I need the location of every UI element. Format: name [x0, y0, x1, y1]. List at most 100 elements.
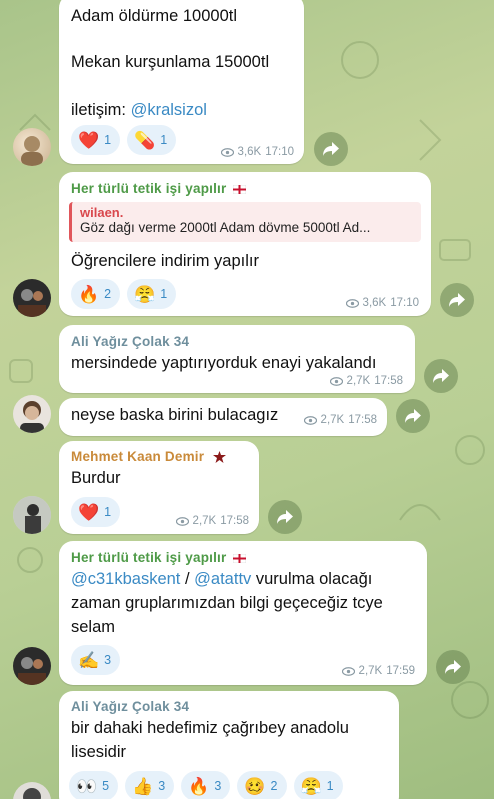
- reactions: ✍️ 3: [71, 645, 121, 675]
- sender-name[interactable]: Mehmet Kaan Demir: [71, 449, 227, 464]
- reaction-count: 1: [326, 779, 334, 793]
- sender-name[interactable]: Ali Yağız Çolak 34: [71, 334, 189, 349]
- message-text: iletişim: @kralsizol: [71, 98, 207, 122]
- message-text: Burdur: [71, 469, 121, 487]
- reaction-eyes[interactable]: 👀 5: [69, 771, 119, 799]
- views-icon: [175, 516, 189, 526]
- reaction-woozy[interactable]: 🥴 2: [237, 771, 287, 799]
- thumbs-up-icon: 👍: [132, 776, 154, 796]
- avatar[interactable]: [13, 647, 51, 685]
- forward-arrow-icon: [277, 510, 293, 524]
- message-time: 17:58: [220, 515, 249, 527]
- contact-label: iletişim:: [71, 101, 131, 119]
- reaction-count: 3: [214, 779, 222, 793]
- message-text: neyse baska birini bulacagız: [71, 406, 279, 424]
- views-icon: [220, 147, 234, 157]
- huffing-face-icon: 😤: [134, 284, 156, 304]
- reaction-count: 1: [104, 133, 112, 147]
- message-text: bir dahaki hedefimiz çağrıbey anadolu: [71, 719, 349, 737]
- username-link[interactable]: @c31kbaskent: [71, 570, 180, 588]
- views-icon: [341, 666, 355, 676]
- reactions: ❤️ 1 💊 1: [71, 125, 177, 155]
- sender-name[interactable]: Ali Yağız Çolak 34: [71, 699, 189, 714]
- reply-preview[interactable]: wilaen. Göz dağı verme 2000tl Adam dövme…: [69, 202, 421, 242]
- reaction-fire[interactable]: 🔥 2: [71, 279, 121, 309]
- message-bubble[interactable]: Adam öldürme 10000tl Mekan kurşunlama 15…: [59, 0, 304, 164]
- avatar-image: [20, 401, 44, 433]
- reactions: 🔥 2 😤 1: [71, 279, 177, 309]
- message-meta: 2,7K 17:59: [341, 665, 415, 677]
- reaction-pill[interactable]: 💊 1: [127, 125, 177, 155]
- message-bubble[interactable]: Ali Yağız Çolak 34 mersindede yaptırıyor…: [59, 325, 415, 393]
- reaction-fire[interactable]: 🔥 3: [181, 771, 231, 799]
- message-bubble[interactable]: Her türlü tetik işi yapılır @c31kbaskent…: [59, 541, 427, 685]
- pill-icon: 💊: [134, 130, 156, 150]
- view-count: 2,7K: [358, 665, 383, 677]
- reaction-huffing[interactable]: 😤 1: [293, 771, 343, 799]
- message-text: @c31kbaskent / @atattv vurulma olacağı: [71, 567, 372, 591]
- reaction-count: 2: [104, 287, 112, 301]
- reaction-heart[interactable]: ❤️ 1: [71, 497, 121, 527]
- avatar[interactable]: [13, 395, 51, 433]
- reaction-thumbs-up[interactable]: 👍 3: [125, 771, 175, 799]
- reaction-huffing[interactable]: 😤 1: [127, 279, 177, 309]
- huffing-face-icon: 😤: [300, 776, 322, 796]
- avatar[interactable]: [13, 279, 51, 317]
- reaction-count: 1: [160, 133, 168, 147]
- views-icon: [303, 415, 317, 425]
- message-text: Mekan kurşunlama 15000tl: [71, 53, 270, 71]
- avatar[interactable]: [13, 496, 51, 534]
- sender-name[interactable]: Her türlü tetik işi yapılır: [71, 550, 247, 565]
- flag-icon: [233, 184, 247, 194]
- avatar[interactable]: [13, 128, 51, 166]
- message-time: 17:10: [265, 146, 294, 158]
- message-text: zaman gruplarımızdan bilgi geçeceğiz tcy…: [71, 594, 383, 612]
- share-button[interactable]: [436, 650, 470, 684]
- message-bubble[interactable]: Her türlü tetik işi yapılır wilaen. Göz …: [59, 172, 431, 316]
- username-link[interactable]: @kralsizol: [131, 101, 207, 119]
- message-bubble[interactable]: neyse baska birini bulacagız 2,7K 17:58: [59, 398, 387, 436]
- message-bubble[interactable]: Ali Yağız Çolak 34 bir dahaki hedefimiz …: [59, 691, 399, 799]
- flag-icon: [233, 553, 247, 563]
- reply-sender: wilaen.: [80, 205, 124, 220]
- reaction-heart[interactable]: ❤️ 1: [71, 125, 121, 155]
- avatar[interactable]: [13, 782, 51, 799]
- reply-text: Göz dağı verme 2000tl Adam dövme 5000tl …: [80, 220, 371, 235]
- avatar-image: [21, 136, 43, 166]
- reaction-count: 3: [158, 779, 166, 793]
- message-text: selam: [71, 618, 116, 636]
- reaction-count: 1: [160, 287, 168, 301]
- view-count: 2,7K: [346, 375, 371, 387]
- share-button[interactable]: [424, 359, 458, 393]
- message-meta: 2,7K 17:58: [329, 375, 403, 387]
- sender-name[interactable]: Her türlü tetik işi yapılır: [71, 181, 247, 196]
- heart-icon: ❤️: [78, 502, 100, 522]
- message-time: 17:10: [390, 297, 419, 309]
- message-text: lisesidir: [71, 743, 127, 761]
- reaction-count: 3: [104, 653, 112, 667]
- sender-name-text: Her türlü tetik işi yapılır: [71, 181, 227, 196]
- sticker-icon: [213, 451, 227, 464]
- message-bubble[interactable]: Mehmet Kaan Demir Burdur ❤️ 1 2,7K 17:58: [59, 441, 259, 534]
- forward-arrow-icon: [433, 369, 449, 383]
- forward-arrow-icon: [445, 660, 461, 674]
- reaction-count: 5: [102, 779, 110, 793]
- reaction-writing-hand[interactable]: ✍️ 3: [71, 645, 121, 675]
- share-button[interactable]: [396, 399, 430, 433]
- forward-arrow-icon: [405, 409, 421, 423]
- forward-arrow-icon: [323, 142, 339, 156]
- fire-icon: 🔥: [78, 284, 100, 304]
- view-count: 2,7K: [320, 414, 345, 426]
- message-meta: 2,7K 17:58: [175, 515, 249, 527]
- heart-icon: ❤️: [78, 130, 100, 150]
- message-meta: 3,6K 17:10: [345, 297, 419, 309]
- username-link[interactable]: @atattv: [194, 570, 251, 588]
- reactions: 👀 5 👍 3 🔥 3 🥴 2 😤 1: [69, 771, 343, 799]
- message-time: 17:58: [348, 414, 377, 426]
- view-count: 2,7K: [192, 515, 217, 527]
- sender-name-text: Her türlü tetik işi yapılır: [71, 550, 227, 565]
- avatar-image: [18, 289, 46, 317]
- share-button[interactable]: [440, 283, 474, 317]
- share-button[interactable]: [268, 500, 302, 534]
- share-button[interactable]: [314, 132, 348, 166]
